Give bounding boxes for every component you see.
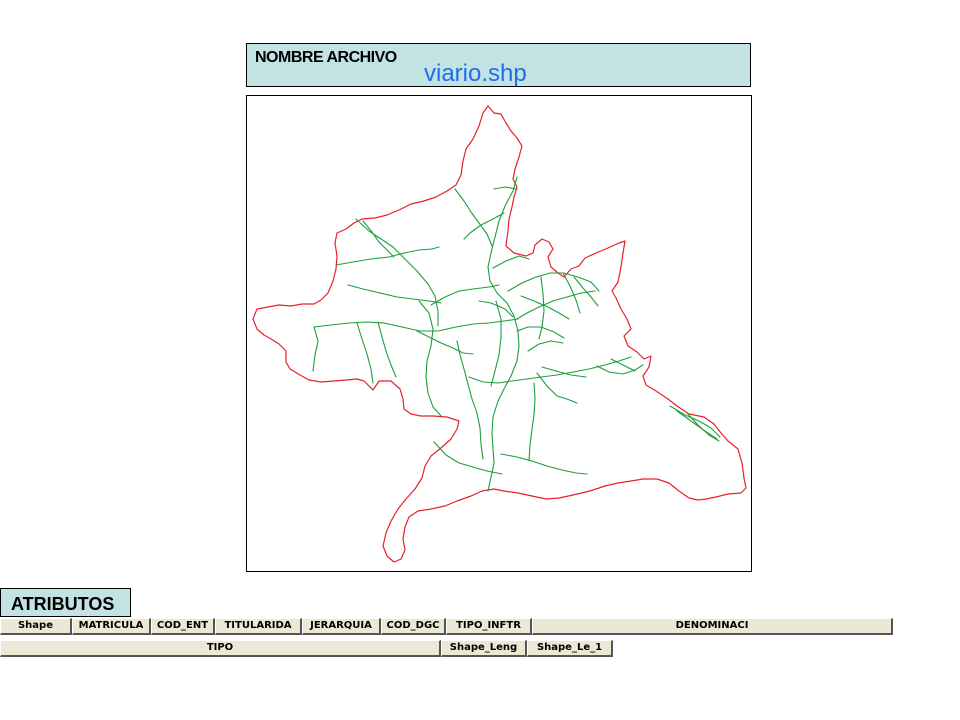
attribute-column-header[interactable]: COD_DGC xyxy=(381,618,446,635)
road-network xyxy=(312,176,721,492)
municipal-boundary xyxy=(252,105,747,563)
attributes-title: ATRIBUTOS xyxy=(0,588,131,617)
attribute-column-header[interactable]: TITULARIDA xyxy=(215,618,302,635)
file-name-value: viario.shp xyxy=(424,60,527,87)
attribute-column-header[interactable]: MATRICULA xyxy=(72,618,151,635)
attribute-header-row-1: Shape MATRICULA COD_ENT TITULARIDA JERAR… xyxy=(0,618,893,635)
attribute-column-header[interactable]: Shape_Le_1 xyxy=(527,640,613,657)
attribute-header-row-2: TIPO Shape_Leng Shape_Le_1 xyxy=(0,640,613,657)
file-name-panel: NOMBRE ARCHIVO viario.shp xyxy=(246,43,751,87)
attribute-column-header[interactable]: TIPO xyxy=(0,640,441,657)
file-name-label: NOMBRE ARCHIVO xyxy=(255,49,397,66)
map-view[interactable] xyxy=(246,95,752,572)
attribute-column-header[interactable]: Shape_Leng xyxy=(441,640,527,657)
attribute-column-header[interactable]: Shape xyxy=(0,618,72,635)
attribute-column-header[interactable]: DENOMINACI xyxy=(532,618,893,635)
attribute-column-header[interactable]: COD_ENT xyxy=(151,618,215,635)
attribute-column-header[interactable]: TIPO_INFTR xyxy=(446,618,532,635)
attribute-column-header[interactable]: JERARQUIA xyxy=(302,618,381,635)
map-canvas xyxy=(252,105,747,563)
